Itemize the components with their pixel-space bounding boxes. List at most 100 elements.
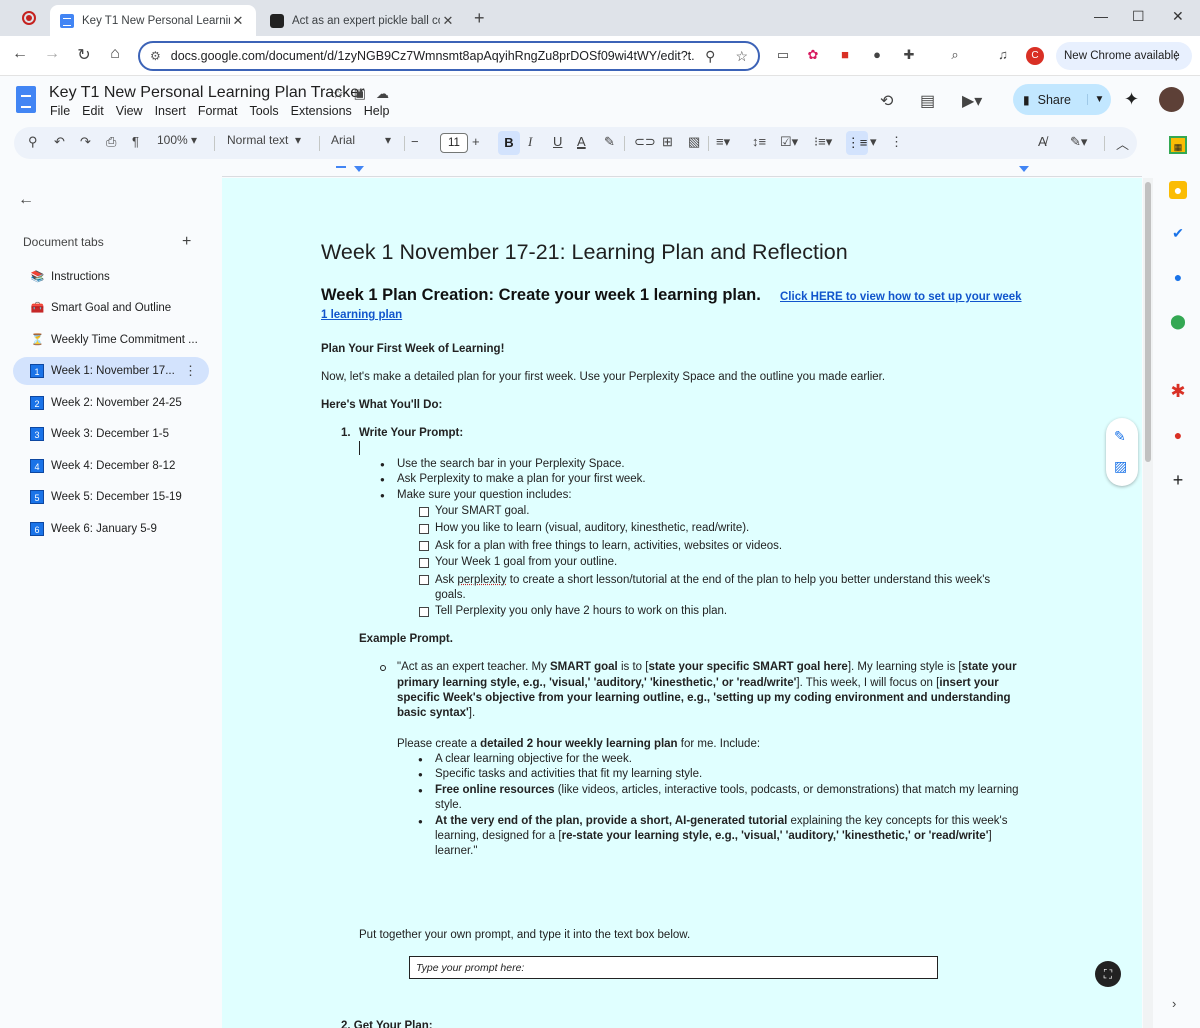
more-vert-icon[interactable]: ⋮ bbox=[1171, 42, 1183, 70]
doc-tab-instructions[interactable]: 📚 Instructions bbox=[13, 263, 209, 291]
add-tab-button[interactable]: + bbox=[182, 233, 191, 251]
gemini-sparkle-icon[interactable]: ✦ bbox=[1124, 89, 1139, 110]
checkbox[interactable] bbox=[419, 524, 429, 534]
zoom-lens-icon[interactable]: ⚲ bbox=[705, 48, 715, 65]
maps-icon[interactable]: ⬤ bbox=[1169, 312, 1187, 330]
font-select[interactable]: Arial ▾ bbox=[331, 133, 391, 147]
chat-assistant-button[interactable]: ⛶ bbox=[1095, 961, 1121, 987]
bulleted-list-icon[interactable]: ⁝≡▾ bbox=[814, 134, 832, 150]
font-size-input[interactable]: 11 bbox=[440, 133, 468, 153]
doc-tab-week-4[interactable]: 4 Week 4: December 8-12 bbox=[13, 452, 209, 480]
editing-mode-icon[interactable]: ✎▾ bbox=[1070, 134, 1087, 150]
italic-button[interactable]: I bbox=[528, 134, 532, 150]
numbered-list-button[interactable]: ⋮≡ bbox=[846, 131, 868, 155]
help-me-write-icon[interactable]: ✎ bbox=[1114, 428, 1126, 445]
doc-tab-weekly-time[interactable]: ⏳ Weekly Time Commitment ... bbox=[13, 326, 209, 354]
bold-button[interactable]: B bbox=[498, 131, 520, 155]
scrollbar-thumb[interactable] bbox=[1145, 182, 1151, 462]
site-info-icon[interactable]: ⚙ bbox=[150, 49, 161, 63]
menu-file[interactable]: File bbox=[50, 104, 70, 118]
highlight-icon[interactable]: ✎ bbox=[604, 134, 615, 150]
underline-button[interactable]: U bbox=[553, 134, 562, 149]
document-scrollbar[interactable] bbox=[1143, 178, 1153, 1028]
move-folder-icon[interactable]: ▣ bbox=[354, 86, 376, 101]
extension-cast-icon[interactable]: ▭ bbox=[774, 47, 792, 65]
insert-image-icon[interactable]: ▧ bbox=[688, 134, 700, 150]
lens-search-icon[interactable]: ⌕ bbox=[946, 47, 964, 65]
tab-more-options-icon[interactable]: ⋮ bbox=[184, 363, 197, 379]
document-page[interactable]: Week 1 November 17-21: Learning Plan and… bbox=[222, 178, 1142, 1028]
checkbox[interactable] bbox=[419, 507, 429, 517]
keep-icon[interactable]: ● bbox=[1169, 181, 1187, 199]
contacts-icon[interactable]: ● bbox=[1169, 268, 1187, 286]
left-indent-marker[interactable] bbox=[354, 166, 364, 172]
checkbox[interactable] bbox=[419, 558, 429, 568]
tasks-icon[interactable]: ✔ bbox=[1169, 224, 1187, 242]
text-color-icon[interactable]: A bbox=[577, 134, 586, 149]
back-icon[interactable]: ← bbox=[10, 45, 30, 63]
bookmark-star-icon[interactable]: ☆ bbox=[735, 48, 748, 65]
recording-icon[interactable] bbox=[22, 11, 36, 25]
close-outline-icon[interactable]: ← bbox=[18, 191, 34, 209]
setup-video-link[interactable]: Click HERE to view how to set up your we… bbox=[780, 291, 1022, 303]
extension-pink-icon[interactable]: ✿ bbox=[804, 47, 822, 65]
docs-logo-icon[interactable] bbox=[16, 86, 36, 113]
menu-insert[interactable]: Insert bbox=[155, 104, 186, 118]
forward-icon[interactable]: → bbox=[42, 45, 62, 63]
home-icon[interactable]: ⌂ bbox=[105, 45, 125, 63]
version-history-icon[interactable]: ⟲ bbox=[880, 91, 893, 111]
close-window-icon[interactable]: ✕ bbox=[1172, 8, 1184, 25]
numbered-list-dropdown-icon[interactable]: ▾ bbox=[870, 134, 877, 150]
insert-link-icon[interactable]: ⊂⊃ bbox=[634, 134, 656, 150]
reload-icon[interactable]: ↻ bbox=[74, 45, 94, 65]
document-title[interactable]: Key T1 New Personal Learning Plan Tracke… bbox=[49, 84, 364, 102]
style-select[interactable]: Normal text ▾ bbox=[227, 133, 301, 147]
share-button[interactable]: ▮ Share ▼ bbox=[1013, 84, 1111, 115]
first-line-indent-marker[interactable] bbox=[336, 166, 346, 168]
profile-avatar[interactable]: C bbox=[1026, 47, 1044, 65]
minimize-icon[interactable]: — bbox=[1094, 8, 1108, 24]
menu-view[interactable]: View bbox=[116, 104, 143, 118]
menu-extensions[interactable]: Extensions bbox=[291, 104, 352, 118]
prompt-text-box[interactable]: Type your prompt here: bbox=[409, 956, 938, 979]
expand-panel-icon[interactable]: › bbox=[1172, 996, 1176, 1011]
spellcheck-icon[interactable]: A̸ bbox=[1038, 134, 1047, 149]
new-tab-button[interactable]: + bbox=[474, 8, 485, 29]
more-options-icon[interactable]: ⋮ bbox=[890, 134, 903, 150]
calendar-icon[interactable]: ▦ bbox=[1169, 136, 1187, 154]
cloud-status-icon[interactable]: ☁ bbox=[376, 86, 399, 101]
chrome-update-button[interactable]: New Chrome available ⋮ bbox=[1056, 42, 1192, 70]
comments-icon[interactable]: ▤ bbox=[920, 91, 935, 111]
increase-font-size-icon[interactable]: + bbox=[472, 134, 480, 149]
redo-icon[interactable]: ↷ bbox=[80, 134, 91, 150]
doc-tab-week-5[interactable]: 5 Week 5: December 15-19 bbox=[13, 483, 209, 511]
extension-circle-icon[interactable]: ● bbox=[868, 47, 886, 65]
checkbox[interactable] bbox=[419, 607, 429, 617]
hide-menus-icon[interactable]: ︿ bbox=[1116, 134, 1129, 153]
doc-tab-week-3[interactable]: 3 Week 3: December 1-5 bbox=[13, 420, 209, 448]
search-menus-icon[interactable]: ⚲ bbox=[28, 134, 38, 150]
maximize-icon[interactable]: ☐ bbox=[1132, 8, 1145, 25]
account-avatar[interactable] bbox=[1159, 87, 1184, 112]
get-addons-icon[interactable]: + bbox=[1169, 471, 1187, 489]
microphone-icon[interactable]: ● bbox=[1169, 426, 1187, 444]
checkbox[interactable] bbox=[419, 541, 429, 551]
extension-new-icon[interactable]: ■ bbox=[836, 47, 854, 65]
decrease-font-size-icon[interactable]: − bbox=[411, 134, 419, 149]
menu-tools[interactable]: Tools bbox=[249, 104, 278, 118]
checkbox[interactable] bbox=[419, 575, 429, 585]
browser-tab-perplexity[interactable]: Act as an expert pickle ball coac ✕ bbox=[260, 5, 466, 36]
zoom-select[interactable]: 100% ▾ bbox=[157, 133, 197, 147]
spellcheck-word[interactable]: perplexity bbox=[457, 574, 506, 586]
doc-tab-smart-goal[interactable]: 🧰 Smart Goal and Outline bbox=[13, 294, 209, 322]
suggest-edits-icon[interactable]: ▨ bbox=[1114, 458, 1127, 475]
undo-icon[interactable]: ↶ bbox=[54, 134, 65, 150]
print-icon[interactable]: ⎙ bbox=[106, 134, 116, 150]
close-tab-icon[interactable]: ✕ bbox=[230, 13, 246, 29]
menu-edit[interactable]: Edit bbox=[82, 104, 104, 118]
menu-format[interactable]: Format bbox=[198, 104, 238, 118]
menu-help[interactable]: Help bbox=[364, 104, 390, 118]
omnibox[interactable]: ⚙ docs.google.com/document/d/1zyNGB9Cz7W… bbox=[138, 41, 760, 71]
doc-tab-week-1[interactable]: 1 Week 1: November 17... ⋮ bbox=[13, 357, 209, 385]
media-control-icon[interactable]: ♫ bbox=[994, 47, 1012, 65]
